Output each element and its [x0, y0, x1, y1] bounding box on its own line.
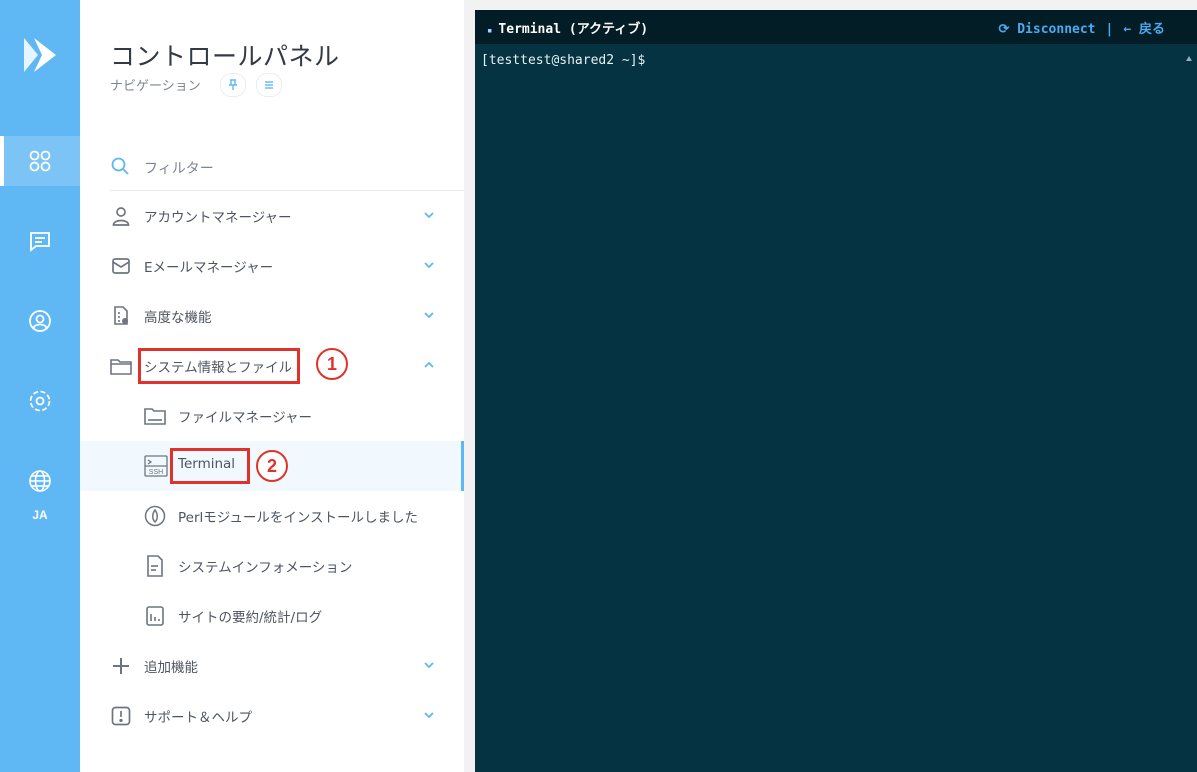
navigation-panel: コントロールパネル ナビゲーション フィルター アカウントマネージャー Eメール…: [80, 0, 464, 772]
stats-icon: [144, 605, 166, 627]
language-label[interactable]: JA: [0, 508, 80, 522]
list-view-button[interactable]: [256, 73, 282, 97]
terminal-window[interactable]: ▪ Terminal (アクティブ) ⟳ Disconnect | ← 戻る [tes…: [475, 10, 1197, 772]
document-icon: [144, 555, 166, 577]
step-badge-1: 1: [316, 348, 348, 380]
chevron-down-icon: [424, 312, 434, 319]
filter-placeholder: フィルター: [144, 161, 214, 177]
terminal-area: ▪ Terminal (アクティブ) ⟳ Disconnect | ← 戻る [tes…: [464, 0, 1197, 772]
terminal-actions: ⟳ Disconnect | ← 戻る: [999, 18, 1166, 37]
mail-icon: [110, 255, 132, 277]
refresh-icon: ⟳: [998, 22, 1018, 37]
nav-subitem-site-stats[interactable]: サイトの要約/統計/ログ: [80, 591, 464, 641]
svg-text:SSH: SSH: [149, 469, 163, 476]
nav-item-label: アカウントマネージャー: [144, 210, 292, 226]
nav-item-support-help[interactable]: サポート＆ヘルプ: [80, 691, 464, 741]
rail-messages[interactable]: [0, 216, 80, 266]
nav-subitem-system-information[interactable]: システムインフォメーション: [80, 541, 464, 591]
terminal-title: ▪ Terminal (アクティブ): [487, 18, 648, 37]
terminal-prompt: [testtest@shared2 ~]$: [481, 53, 646, 68]
status-dot-icon: ▪: [487, 26, 493, 36]
disconnect-button[interactable]: ⟳ Disconnect: [999, 22, 1096, 37]
nav-item-label: 追加機能: [144, 660, 198, 676]
ssh-terminal-icon: SSH: [144, 455, 168, 477]
settings-icon: [29, 390, 51, 412]
nav-item-account-manager[interactable]: アカウントマネージャー: [80, 191, 464, 241]
nav-item-advanced-features[interactable]: 高度な機能: [80, 291, 464, 341]
step-badge-2: 2: [256, 450, 288, 482]
alert-icon: [110, 705, 132, 727]
nav-item-label: サイトの要約/統計/ログ: [178, 610, 323, 626]
action-separator: |: [1105, 22, 1114, 37]
rail-language[interactable]: [0, 456, 80, 506]
disconnect-label: Disconnect: [1017, 22, 1096, 37]
chat-icon: [30, 232, 50, 252]
chevron-down-icon: [424, 212, 434, 219]
grid-icon: [29, 150, 51, 172]
user-circle-icon: [29, 310, 51, 332]
nav-subitem-perl-modules[interactable]: Perlモジュールをインストールしました: [80, 491, 464, 541]
logo-icon[interactable]: [20, 34, 60, 76]
chevron-down-icon: [424, 662, 434, 669]
folder-icon: [110, 355, 132, 377]
rail-settings[interactable]: [0, 376, 80, 426]
nav-item-label: ファイルマネージャー: [178, 410, 313, 426]
pin-button[interactable]: [220, 73, 246, 97]
nav-subtitle: ナビゲーション: [110, 79, 201, 94]
nav-item-label: Perlモジュールをインストールしました: [178, 510, 419, 526]
folder-icon: [144, 405, 166, 427]
page-title: コントロールパネル: [110, 42, 340, 71]
nav-item-label: システムインフォメーション: [178, 560, 353, 576]
user-icon: [110, 205, 132, 227]
plus-icon: [110, 655, 132, 677]
chevron-down-icon: [424, 712, 434, 719]
nav-item-label: Eメールマネージャー: [144, 260, 274, 276]
icon-rail: JA: [0, 0, 80, 772]
advanced-settings-icon: [110, 305, 132, 327]
perl-icon: [144, 505, 166, 527]
terminal-title-text: Terminal (アクティブ): [498, 22, 649, 37]
search-icon: [111, 157, 129, 175]
list-icon: [265, 81, 273, 89]
chevron-up-icon: [424, 361, 434, 368]
terminal-header: ▪ Terminal (アクティブ) ⟳ Disconnect | ← 戻る: [475, 10, 1197, 44]
rail-dashboard[interactable]: [0, 136, 80, 186]
terminal-scrollbar[interactable]: [1185, 48, 1195, 772]
globe-icon: [29, 470, 51, 492]
nav-item-label: 高度な機能: [144, 310, 212, 326]
chevron-down-icon: [424, 262, 434, 269]
rail-account[interactable]: [0, 296, 80, 346]
highlight-box-step1: [138, 348, 300, 384]
nav-item-email-manager[interactable]: Eメールマネージャー: [80, 241, 464, 291]
nav-item-extra-features[interactable]: 追加機能: [80, 641, 464, 691]
nav-item-label: サポート＆ヘルプ: [144, 710, 252, 726]
filter-input[interactable]: フィルター: [110, 150, 464, 191]
back-button[interactable]: ← 戻る: [1123, 22, 1165, 37]
highlight-box-step2: [170, 448, 250, 484]
scroll-up-icon: [1186, 56, 1192, 61]
nav-subitem-file-manager[interactable]: ファイルマネージャー: [80, 391, 464, 441]
pin-icon: [229, 79, 237, 90]
